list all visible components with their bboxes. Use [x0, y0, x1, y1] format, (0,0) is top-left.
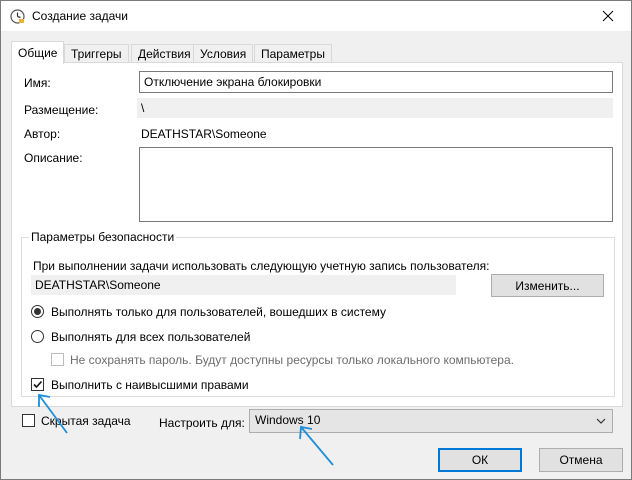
close-button[interactable] — [585, 1, 631, 31]
hidden-task-label[interactable]: Скрытая задача — [41, 414, 131, 428]
configure-for-label: Настроить для: — [159, 416, 245, 430]
run-logged-on-label[interactable]: Выполнять только для пользователей, воше… — [51, 305, 386, 319]
highest-privileges-label[interactable]: Выполнить с наивысшими правами — [51, 378, 249, 392]
highest-privileges-checkbox[interactable] — [31, 378, 44, 391]
security-options-group: Параметры безопасности При выполнении за… — [21, 230, 615, 397]
chevron-down-icon — [596, 418, 606, 424]
account-value: DEATHSTAR\Someone — [31, 275, 456, 295]
author-value: DEATHSTAR\Someone — [141, 127, 267, 141]
general-tab-panel: Имя: Отключение экрана блокировки Размещ… — [11, 62, 623, 407]
tab-settings[interactable]: Параметры — [254, 44, 332, 63]
checkmark-icon — [33, 380, 43, 389]
name-label: Имя: — [24, 76, 51, 90]
ok-button-label: ОК — [471, 453, 489, 467]
account-prompt: При выполнении задачи использовать следу… — [33, 259, 490, 273]
do-not-store-password-checkbox[interactable] — [51, 353, 64, 366]
hidden-task-checkbox[interactable] — [22, 414, 35, 427]
location-value: \ — [137, 98, 613, 118]
configure-for-select[interactable]: Windows 10 — [249, 409, 613, 433]
description-input[interactable] — [139, 147, 613, 222]
do-not-store-password-label[interactable]: Не сохранять пароль. Будут доступны ресу… — [70, 353, 514, 367]
create-task-dialog: Создание задачи Общие Триггеры Действия … — [0, 0, 632, 480]
location-label: Размещение: — [24, 103, 99, 117]
task-scheduler-icon — [10, 9, 25, 24]
cancel-button[interactable]: Отмена — [539, 448, 623, 472]
run-logged-on-radio[interactable] — [31, 305, 44, 318]
run-all-users-radio[interactable] — [31, 330, 44, 343]
change-user-button[interactable]: Изменить... — [491, 274, 604, 297]
run-all-users-label[interactable]: Выполнять для всех пользователей — [51, 330, 250, 344]
tab-actions[interactable]: Действия — [131, 44, 198, 63]
tab-general[interactable]: Общие — [11, 41, 65, 64]
cancel-button-label: Отмена — [559, 453, 603, 467]
change-user-button-label: Изменить... — [515, 278, 580, 293]
name-input[interactable]: Отключение экрана блокировки — [139, 71, 613, 93]
configure-for-value: Windows 10 — [255, 413, 321, 427]
ok-button[interactable]: ОК — [438, 448, 522, 472]
author-label: Автор: — [24, 127, 61, 141]
window-title: Создание задачи — [32, 9, 128, 23]
tab-triggers[interactable]: Триггеры — [64, 44, 129, 63]
tab-conditions[interactable]: Условия — [193, 44, 254, 63]
description-label: Описание: — [24, 151, 83, 165]
security-options-title: Параметры безопасности — [29, 230, 177, 244]
close-icon — [602, 10, 614, 22]
title-bar: Создание задачи — [1, 1, 631, 31]
